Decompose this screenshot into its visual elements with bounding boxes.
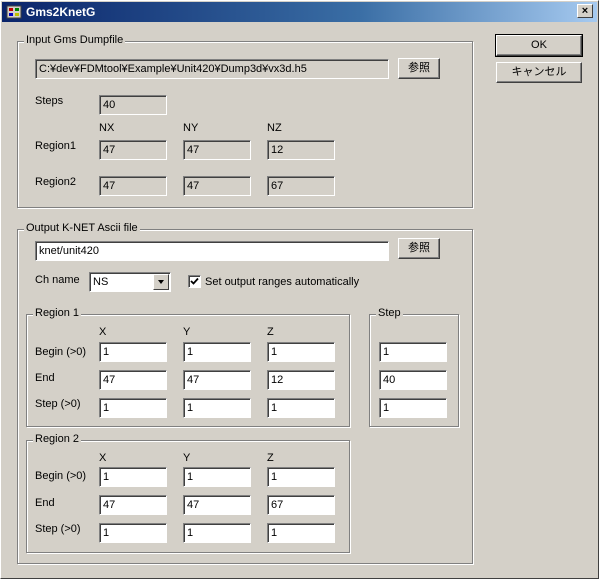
region2-end-y[interactable]: 47 xyxy=(183,495,251,515)
region2-legend: Region 2 xyxy=(33,433,82,445)
region2-end-label: End xyxy=(35,497,55,509)
app-icon xyxy=(6,5,22,19)
region1-legend: Region 1 xyxy=(33,307,82,319)
region2-step-y[interactable]: 1 xyxy=(183,523,251,543)
region1-end-x[interactable]: 47 xyxy=(99,370,167,390)
input-region2-label: Region2 xyxy=(35,176,76,188)
region2-end-z[interactable]: 67 xyxy=(267,495,335,515)
close-icon: × xyxy=(581,5,589,17)
region2-x-header: X xyxy=(99,452,107,464)
ok-button[interactable]: OK xyxy=(495,34,583,57)
region1-step-y[interactable]: 1 xyxy=(183,398,251,418)
input-region2-nz[interactable]: 67 xyxy=(267,176,335,196)
dialog-window: Gms2KnetG × OK キャンセル Input Gms Dumpfile … xyxy=(0,0,599,579)
steps-label: Steps xyxy=(35,95,64,107)
region2-step-x[interactable]: 1 xyxy=(99,523,167,543)
region2-step-label: Step (>0) xyxy=(35,523,81,535)
region1-step-x[interactable]: 1 xyxy=(99,398,167,418)
region2-z-header: Z xyxy=(267,452,274,464)
input-region1-label: Region1 xyxy=(35,140,76,152)
output-browse-button[interactable]: 参照 xyxy=(398,238,440,259)
output-path-input[interactable]: knet/unit420 xyxy=(35,241,389,261)
close-button[interactable]: × xyxy=(577,4,593,18)
step-legend: Step xyxy=(376,307,403,319)
chevron-down-icon[interactable] xyxy=(153,274,169,290)
nz-header: NZ xyxy=(267,122,282,134)
input-region2-ny[interactable]: 47 xyxy=(183,176,251,196)
input-region1-ny[interactable]: 47 xyxy=(183,140,251,160)
ch-name-label: Ch name xyxy=(35,274,80,286)
checkmark-icon xyxy=(190,277,199,285)
region2-end-x[interactable]: 47 xyxy=(99,495,167,515)
title-bar[interactable]: Gms2KnetG × xyxy=(2,2,597,22)
ch-name-select[interactable]: NS xyxy=(89,272,171,292)
region2-begin-x[interactable]: 1 xyxy=(99,467,167,487)
region1-end-z[interactable]: 12 xyxy=(267,370,335,390)
auto-range-checkbox[interactable] xyxy=(188,275,201,288)
region1-end-label: End xyxy=(35,372,55,384)
region2-y-header: Y xyxy=(183,452,191,464)
region1-step-label: Step (>0) xyxy=(35,398,81,410)
output-group-legend: Output K-NET Ascii file xyxy=(24,222,140,234)
cancel-button[interactable]: キャンセル xyxy=(496,62,582,83)
ch-name-value: NS xyxy=(93,276,109,288)
region1-begin-z[interactable]: 1 xyxy=(267,342,335,362)
region1-begin-x[interactable]: 1 xyxy=(99,342,167,362)
nx-header: NX xyxy=(99,122,115,134)
region2-begin-z[interactable]: 1 xyxy=(267,467,335,487)
region2-begin-y[interactable]: 1 xyxy=(183,467,251,487)
region1-z-header: Z xyxy=(267,326,274,338)
step-begin-field[interactable]: 1 xyxy=(379,342,447,362)
window-title: Gms2KnetG xyxy=(26,5,96,19)
region1-begin-label: Begin (>0) xyxy=(35,346,87,358)
region1-begin-y[interactable]: 1 xyxy=(183,342,251,362)
region1-x-header: X xyxy=(99,326,107,338)
step-end-field[interactable]: 40 xyxy=(379,370,447,390)
ny-header: NY xyxy=(183,122,199,134)
auto-range-label: Set output ranges automatically xyxy=(205,276,360,288)
steps-field[interactable]: 40 xyxy=(99,95,167,115)
input-region1-nx[interactable]: 47 xyxy=(99,140,167,160)
input-browse-button[interactable]: 参照 xyxy=(398,58,440,79)
region2-begin-label: Begin (>0) xyxy=(35,470,87,482)
region2-step-z[interactable]: 1 xyxy=(267,523,335,543)
input-path-field[interactable]: C:¥dev¥FDMtool¥Example¥Unit420¥Dump3d¥vx… xyxy=(35,59,389,79)
input-group-legend: Input Gms Dumpfile xyxy=(24,34,126,46)
region1-step-z[interactable]: 1 xyxy=(267,398,335,418)
region1-y-header: Y xyxy=(183,326,191,338)
step-step-field[interactable]: 1 xyxy=(379,398,447,418)
input-region2-nx[interactable]: 47 xyxy=(99,176,167,196)
input-region1-nz[interactable]: 12 xyxy=(267,140,335,160)
region1-end-y[interactable]: 47 xyxy=(183,370,251,390)
